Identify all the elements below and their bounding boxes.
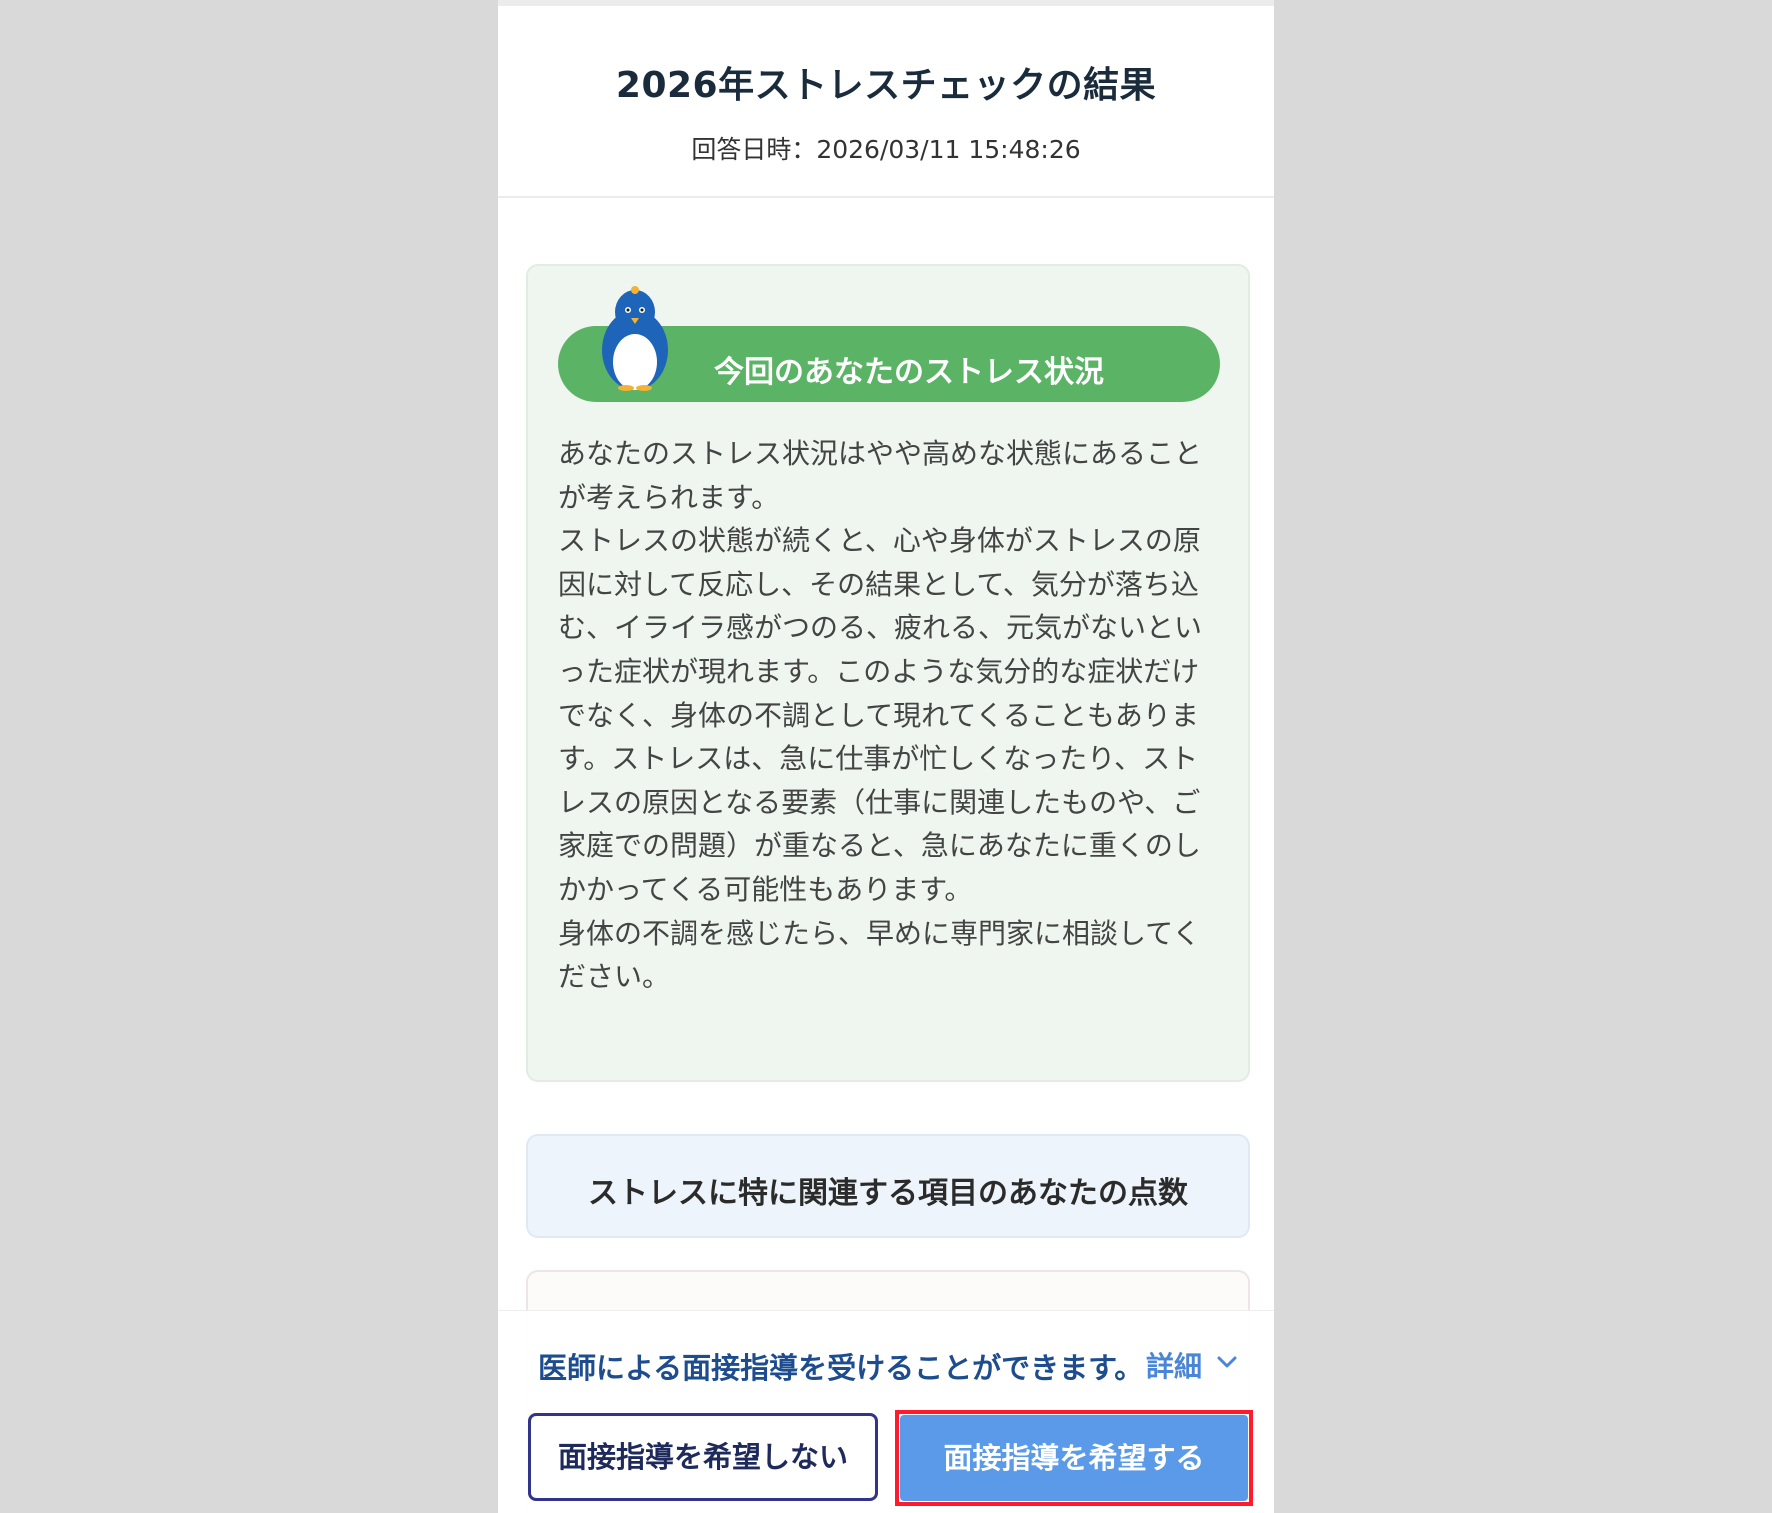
interview-action-bar: 医師による面接指導を受けることができます。 詳細 面接指導を希望しない 面接指導… xyxy=(498,1310,1274,1513)
app-screen: 2026年ストレスチェックの結果 回答日時：2026/03/11 15:48:2… xyxy=(498,0,1274,1513)
page-header: 2026年ストレスチェックの結果 回答日時：2026/03/11 15:48:2… xyxy=(498,6,1274,198)
answer-datetime: 回答日時：2026/03/11 15:48:26 xyxy=(691,135,1081,164)
details-link[interactable]: 詳細 xyxy=(1146,1345,1202,1385)
stress-status-description: あなたのストレス状況はやや高めな状態にあることが考えられます。 ストレスの状態が… xyxy=(558,437,1203,994)
stress-score-card[interactable]: ストレスに特に関連する項目のあなたの点数 xyxy=(526,1134,1250,1238)
chevron-down-icon[interactable] xyxy=(1216,1351,1238,1373)
stress-score-title: ストレスに特に関連する項目のあなたの点数 xyxy=(588,1176,1188,1211)
interview-notice: 医師による面接指導を受けることができます。 xyxy=(538,1351,1144,1385)
penguin-icon xyxy=(602,286,668,391)
page-title: 2026年ストレスチェックの結果 xyxy=(615,65,1157,106)
request-interview-button[interactable]: 面接指導を希望する xyxy=(900,1415,1248,1501)
stress-status-heading-label: 今回のあなたのストレス状況 xyxy=(714,355,1104,390)
decline-interview-button[interactable]: 面接指導を希望しない xyxy=(528,1413,878,1501)
stress-status-card: 今回のあなたのストレス状況 あなたのストレス状況はやや高めな状態にあることが考え… xyxy=(526,264,1250,1082)
